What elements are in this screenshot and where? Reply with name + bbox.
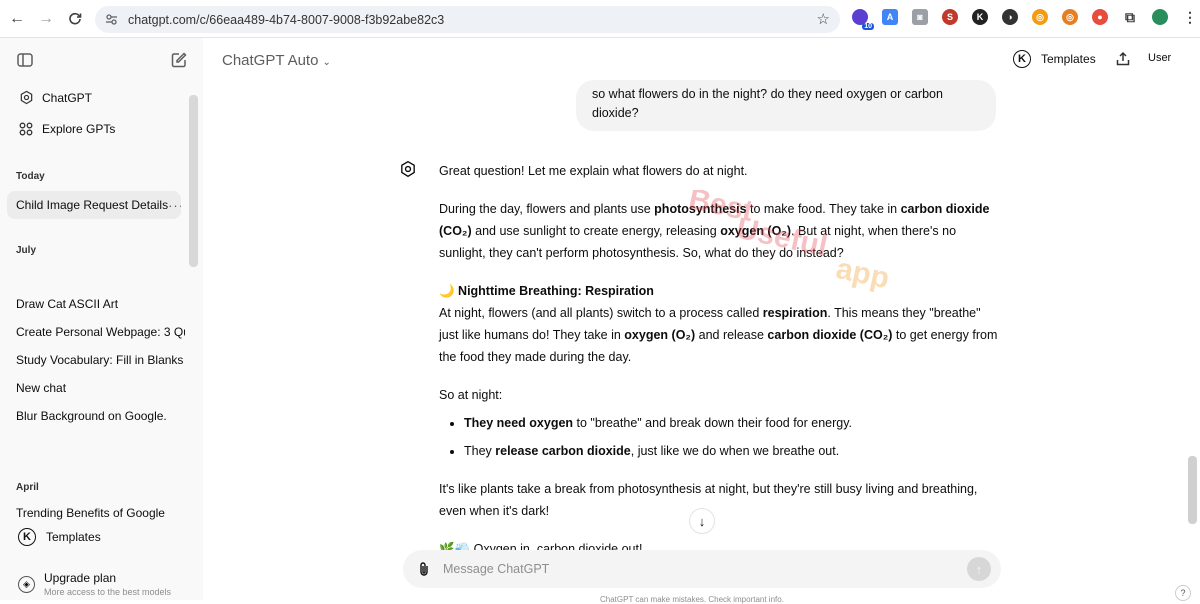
- upgrade-icon: ◈: [18, 576, 35, 593]
- browser-toolbar: ← → chatgpt.com/c/66eaa489-4b74-8007-900…: [0, 0, 1200, 38]
- s-extension-icon[interactable]: S: [942, 9, 958, 25]
- section-label-july: July: [16, 245, 37, 256]
- chat-history-item[interactable]: Study Vocabulary: Fill in Blanks: [0, 346, 185, 374]
- send-arrow-icon[interactable]: ↑: [967, 557, 991, 581]
- templates-label: Templates: [1041, 52, 1096, 66]
- forward-icon[interactable]: →: [34, 7, 58, 31]
- puzzle-extensions-icon[interactable]: ⧉: [1122, 9, 1138, 25]
- k-logo-icon: K: [18, 528, 36, 546]
- chat-title: Child Image Request Details: [16, 198, 169, 212]
- chat-history-item[interactable]: Trending Benefits of Google: [0, 499, 185, 527]
- chat-history-item-active[interactable]: Child Image Request Details ···: [7, 191, 181, 219]
- red-extension-icon[interactable]: ●: [1092, 9, 1108, 25]
- section-label-april: April: [16, 482, 39, 493]
- main-scrollbar[interactable]: [1188, 456, 1197, 524]
- profile-avatar[interactable]: [1152, 9, 1168, 25]
- header-templates-button[interactable]: K Templates: [1013, 50, 1096, 68]
- model-selector[interactable]: ChatGPT Auto ⌄: [222, 52, 331, 69]
- answer-heading: 🌙 Nighttime Breathing: Respiration: [439, 284, 654, 298]
- answer-intro: Great question! Let me explain what flow…: [439, 164, 748, 178]
- scroll-down-button[interactable]: ↓: [689, 508, 715, 534]
- sidebar-item-explore-gpts[interactable]: Explore GPTs: [0, 113, 203, 144]
- orange-extension-icon-2[interactable]: ◎: [1062, 9, 1078, 25]
- list-item: They need oxygen to "breathe" and break …: [464, 412, 999, 434]
- half-circle-extension-icon[interactable]: ◑: [1002, 9, 1018, 25]
- upgrade-subtitle: More access to the best models: [44, 587, 172, 597]
- new-chat-icon[interactable]: [170, 51, 188, 74]
- chat-history-item[interactable]: Draw Cat ASCII Art: [0, 290, 185, 318]
- extension-icon[interactable]: 10: [852, 9, 874, 30]
- chat-history-item[interactable]: New chat: [0, 374, 185, 402]
- k-logo-icon: K: [1013, 50, 1031, 68]
- message-input[interactable]: Message ChatGPT: [443, 562, 549, 576]
- reload-icon[interactable]: [63, 7, 87, 31]
- chevron-down-icon: ⌄: [322, 57, 331, 68]
- chat-history-item[interactable]: Create Personal Webpage: 3 Qu: [0, 318, 185, 346]
- extensions-row: 10 A ◙ S K ◑ ◎ ◎ ● ⧉ ⋮: [852, 9, 1200, 30]
- sidebar: ChatGPT Explore GPTs Today Child Image R…: [0, 38, 203, 600]
- answer-paragraph-3: It's like plants take a break from photo…: [439, 482, 978, 518]
- user-message-bubble: so what flowers do in the night? do they…: [576, 80, 996, 131]
- sidebar-scrollbar[interactable]: [189, 95, 198, 267]
- upgrade-title: Upgrade plan: [44, 571, 117, 585]
- answer-bullet-list: They need oxygen to "breathe" and break …: [464, 412, 999, 462]
- attach-paperclip-icon[interactable]: [417, 561, 431, 582]
- answer-so-at-night: So at night:: [439, 388, 503, 402]
- assistant-message: Great question! Let me explain what flow…: [439, 160, 999, 576]
- translate-extension-icon[interactable]: A: [882, 9, 898, 25]
- assistant-openai-icon: [399, 160, 417, 178]
- main-header: ChatGPT Auto ⌄ K Templates User: [203, 38, 1200, 84]
- sidebar-templates-button[interactable]: K Templates: [18, 528, 101, 546]
- openai-logo-icon: [18, 90, 34, 106]
- answer-paragraph-1: During the day, flowers and plants use p…: [439, 202, 990, 260]
- model-label: ChatGPT Auto: [222, 52, 319, 69]
- sidebar-top-bar: [0, 38, 203, 82]
- user-menu[interactable]: User: [1148, 52, 1171, 64]
- back-icon[interactable]: ←: [5, 7, 29, 31]
- url-text[interactable]: chatgpt.com/c/66eaa489-4b74-8007-9008-f3…: [128, 13, 444, 27]
- address-bar[interactable]: chatgpt.com/c/66eaa489-4b74-8007-9008-f3…: [95, 6, 840, 33]
- answer-paragraph-2: At night, flowers (and all plants) switc…: [439, 306, 998, 364]
- list-item: They release carbon dioxide, just like w…: [464, 440, 999, 462]
- sidebar-item-label: Explore GPTs: [42, 121, 116, 136]
- sidebar-item-chatgpt[interactable]: ChatGPT: [0, 82, 203, 113]
- browser-menu-icon[interactable]: ⋮: [1182, 9, 1198, 25]
- grid-icon: [18, 121, 34, 137]
- share-icon[interactable]: [1115, 51, 1131, 72]
- extension-badge: 10: [862, 23, 874, 30]
- upgrade-plan-button[interactable]: ◈ Upgrade plan More access to the best m…: [18, 571, 171, 597]
- bookmark-star-icon[interactable]: ☆: [817, 10, 830, 28]
- toggle-sidebar-icon[interactable]: [16, 51, 34, 74]
- k-extension-icon[interactable]: K: [972, 9, 988, 25]
- section-label-today: Today: [16, 171, 45, 182]
- site-settings-icon[interactable]: [104, 13, 118, 27]
- chat-history-item[interactable]: Blur Background on Google.: [0, 402, 185, 430]
- sidebar-item-label: ChatGPT: [42, 90, 93, 105]
- message-composer[interactable]: Message ChatGPT ↑: [403, 550, 1001, 588]
- templates-label: Templates: [46, 530, 101, 544]
- camera-extension-icon[interactable]: ◙: [912, 9, 928, 25]
- orange-extension-icon[interactable]: ◎: [1032, 9, 1048, 25]
- chat-options-icon[interactable]: ···: [168, 198, 181, 213]
- help-icon[interactable]: ?: [1175, 585, 1191, 601]
